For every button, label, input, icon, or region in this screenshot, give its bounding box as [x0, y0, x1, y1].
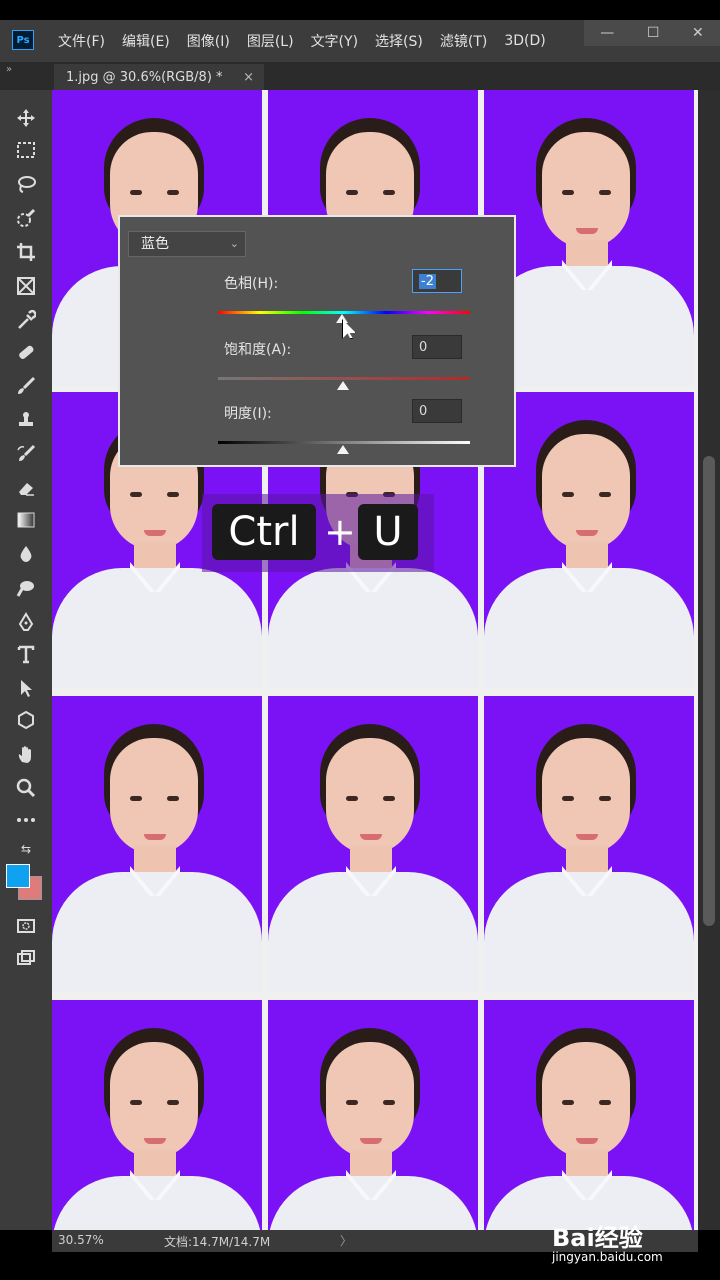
- status-menu-icon[interactable]: 〉: [340, 1232, 352, 1249]
- pen-icon[interactable]: [10, 608, 42, 636]
- clone-stamp-icon[interactable]: [10, 406, 42, 434]
- lightness-slider-handle[interactable]: [337, 445, 349, 454]
- screen-mode-icon[interactable]: [10, 944, 42, 972]
- restore-icon[interactable]: ☐: [647, 25, 660, 41]
- foreground-color-swatch[interactable]: [6, 864, 30, 888]
- shortcut-key-u: U: [358, 504, 418, 560]
- chevron-down-icon: ⌄: [229, 237, 239, 250]
- lightness-label: 明度(I):: [224, 406, 272, 422]
- menu-file[interactable]: 文件(F): [58, 31, 105, 51]
- id-photo: [52, 1000, 262, 1230]
- id-photo: [484, 696, 694, 992]
- id-photo: [268, 1000, 478, 1230]
- path-select-icon[interactable]: [10, 674, 42, 702]
- shortcut-plus: +: [324, 510, 356, 554]
- menu-image[interactable]: 图像(I): [187, 31, 230, 51]
- blur-icon[interactable]: [10, 540, 42, 568]
- watermark-url: jingyan.baidu.com: [552, 1250, 663, 1264]
- swap-colors-icon[interactable]: ⇆: [0, 838, 52, 860]
- saturation-slider-handle[interactable]: [337, 381, 349, 390]
- healing-brush-icon[interactable]: [10, 338, 42, 366]
- menu-3d[interactable]: 3D(D): [504, 33, 545, 49]
- menu-select[interactable]: 选择(S): [375, 31, 423, 51]
- hand-icon[interactable]: [10, 740, 42, 768]
- mouse-cursor-icon: [342, 319, 356, 339]
- hue-value: -2: [419, 274, 436, 289]
- tools-panel: ⇆: [0, 90, 52, 1230]
- dodge-icon[interactable]: [10, 574, 42, 602]
- baidu-jingyan-watermark: Bai经验 jingyan.baidu.com: [552, 1218, 663, 1264]
- minimize-icon[interactable]: —: [600, 25, 614, 41]
- lightness-input[interactable]: 0: [412, 399, 462, 423]
- scrollbar-thumb[interactable]: [703, 456, 715, 926]
- lasso-icon[interactable]: [10, 170, 42, 198]
- saturation-slider-track[interactable]: [218, 377, 470, 380]
- crop-icon[interactable]: [10, 238, 42, 266]
- channel-dropdown-value: 蓝色: [141, 236, 169, 252]
- menu: 文件(F) 编辑(E) 图像(I) 图层(L) 文字(Y) 选择(S) 滤镜(T…: [58, 20, 563, 62]
- frame-icon[interactable]: [10, 272, 42, 300]
- saturation-label: 饱和度(A):: [224, 342, 292, 358]
- menu-type[interactable]: 文字(Y): [311, 31, 358, 51]
- document-tab[interactable]: 1.jpg @ 30.6%(RGB/8) * ×: [54, 64, 264, 90]
- photoshop-logo-icon: Ps: [12, 30, 34, 50]
- lightness-value: 0: [419, 404, 428, 419]
- lightness-slider-track[interactable]: [218, 441, 470, 444]
- id-photo: [52, 696, 262, 992]
- window-controls: — ☐ ✕: [584, 20, 720, 46]
- hue-saturation-panel: 蓝色 ⌄ 色相(H): -2 饱和度(A): 0 明度(I): 0: [118, 215, 516, 467]
- menu-layer[interactable]: 图层(L): [247, 31, 294, 51]
- hue-input[interactable]: -2: [412, 269, 462, 293]
- more-tools-icon[interactable]: [10, 806, 42, 834]
- id-photo: [484, 1000, 694, 1230]
- zoom-level[interactable]: 30.57%: [58, 1233, 104, 1247]
- history-brush-icon[interactable]: [10, 440, 42, 468]
- vertical-scrollbar[interactable]: [698, 90, 720, 1230]
- shortcut-key-ctrl: Ctrl: [212, 504, 316, 560]
- document-tab-title: 1.jpg @ 30.6%(RGB/8) *: [66, 69, 223, 85]
- type-icon[interactable]: [10, 640, 42, 668]
- marquee-icon[interactable]: [10, 136, 42, 164]
- close-tab-icon[interactable]: ×: [243, 70, 254, 85]
- saturation-value: 0: [419, 340, 428, 355]
- menu-edit[interactable]: 编辑(E): [122, 31, 170, 51]
- id-photo: [268, 696, 478, 992]
- gradient-icon[interactable]: [10, 506, 42, 534]
- menu-filter[interactable]: 滤镜(T): [440, 31, 487, 51]
- collapse-panel-icon[interactable]: »: [6, 64, 12, 75]
- eyedropper-icon[interactable]: [10, 306, 42, 334]
- menu-bar: Ps 文件(F) 编辑(E) 图像(I) 图层(L) 文字(Y) 选择(S) 滤…: [0, 20, 720, 62]
- channel-dropdown[interactable]: 蓝色 ⌄: [128, 231, 246, 257]
- quick-mask-icon[interactable]: [10, 912, 42, 940]
- quick-select-icon[interactable]: [10, 204, 42, 232]
- shape-icon[interactable]: [10, 706, 42, 734]
- watermark-brand: Bai经验: [552, 1224, 643, 1252]
- close-icon[interactable]: ✕: [692, 25, 704, 41]
- move-icon[interactable]: [10, 104, 42, 132]
- brush-icon[interactable]: [10, 372, 42, 400]
- document-size: 文档:14.7M/14.7M: [164, 1235, 271, 1249]
- eraser-icon[interactable]: [10, 474, 42, 502]
- saturation-input[interactable]: 0: [412, 335, 462, 359]
- hue-label: 色相(H):: [224, 276, 279, 292]
- zoom-icon[interactable]: [10, 774, 42, 802]
